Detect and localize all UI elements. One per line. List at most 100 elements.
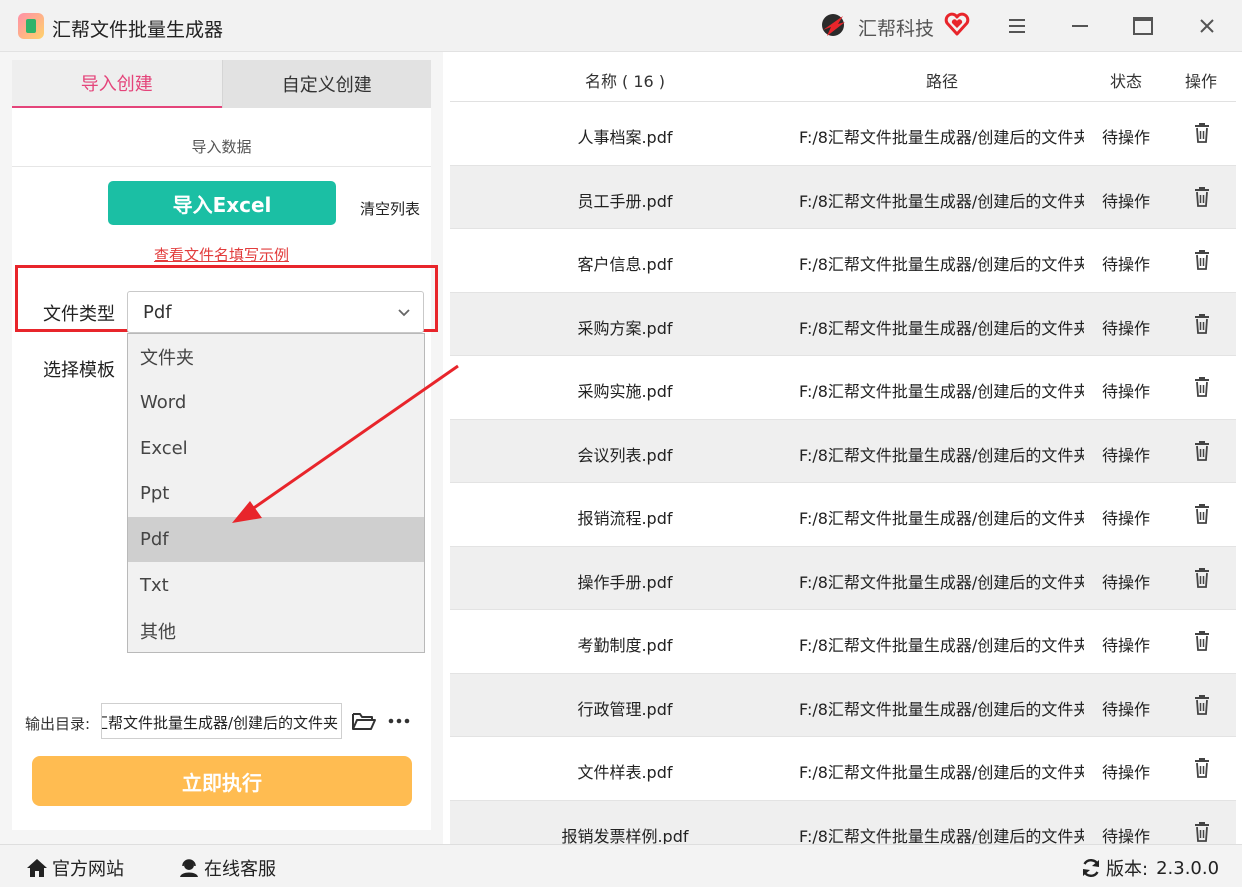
close-icon[interactable] [1192, 12, 1222, 40]
run-now-button[interactable]: 立即执行 [32, 756, 412, 806]
column-header-path: 路径 [925, 72, 958, 91]
official-site-link[interactable]: 官方网站 [26, 855, 124, 881]
online-service-link[interactable]: 在线客服 [178, 855, 276, 881]
row-status: 待操作 [1101, 509, 1150, 528]
delete-icon[interactable] [1192, 376, 1212, 398]
version-label: 版本: [1106, 859, 1149, 880]
brand-logo-icon [822, 14, 845, 36]
app-logo-icon [18, 13, 44, 39]
delete-icon[interactable] [1192, 821, 1212, 843]
delete-icon[interactable] [1192, 567, 1212, 589]
row-status: 待操作 [1101, 318, 1150, 338]
customer-service-icon [180, 859, 198, 877]
clear-list-button[interactable]: 清空列表 [360, 198, 420, 219]
table-row: 采购实施.pdf F:/8汇帮文件批量生成器/创建后的文件夹/采购实施.pdf 待操… [450, 356, 1236, 420]
delete-icon[interactable] [1192, 757, 1212, 779]
table-row: 考勤制度.pdf F:/8汇帮文件批量生成器/创建后的文件夹/考勤制度.pdf 待操… [450, 610, 1236, 674]
delete-icon[interactable] [1192, 122, 1212, 144]
dropdown-option-excel[interactable]: Excel [128, 425, 424, 471]
delete-icon[interactable] [1192, 694, 1212, 716]
row-file-name: 人事档案.pdf [577, 128, 673, 147]
row-file-name: 考勤制度.pdf [577, 636, 673, 655]
version-info: 版本: 2.3.0.0 [1080, 855, 1219, 881]
home-icon [27, 859, 47, 877]
minimize-icon[interactable] [1065, 12, 1095, 40]
row-status: 待操作 [1101, 763, 1150, 782]
dropdown-option-word[interactable]: Word [128, 380, 424, 426]
row-file-path: F:/8汇帮文件批量生成器/创建后的文件夹/操作手册.pdf [799, 572, 1084, 592]
dropdown-option-ppt[interactable]: Ppt [128, 471, 424, 517]
output-dir-label: 输出目录: [25, 715, 91, 733]
row-file-name: 采购实施.pdf [577, 382, 673, 401]
delete-icon[interactable] [1192, 313, 1212, 335]
folder-open-icon[interactable] [351, 709, 377, 733]
online-service-label: 在线客服 [204, 859, 276, 880]
table-body: 人事档案.pdf F:/8汇帮文件批量生成器/创建后的文件夹/人事档案.pdf 待操… [450, 102, 1236, 844]
row-file-name: 客户信息.pdf [577, 255, 673, 274]
row-status: 待操作 [1101, 382, 1150, 401]
tab-import-create[interactable]: 导入创建 [12, 60, 222, 108]
row-file-path: F:/8汇帮文件批量生成器/创建后的文件夹/考勤制度.pdf [799, 636, 1084, 655]
table-row: 人事档案.pdf F:/8汇帮文件批量生成器/创建后的文件夹/人事档案.pdf 待操… [450, 102, 1236, 166]
maximize-icon[interactable] [1128, 12, 1158, 40]
delete-icon[interactable] [1192, 503, 1212, 525]
row-status: 待操作 [1101, 255, 1150, 274]
dropdown-option-folder[interactable]: 文件夹 [128, 334, 424, 380]
row-status: 待操作 [1101, 699, 1150, 719]
brand-name: 汇帮科技 [858, 18, 935, 40]
app-title: 汇帮文件批量生成器 [52, 19, 224, 41]
table-row: 报销流程.pdf F:/8汇帮文件批量生成器/创建后的文件夹/报销流程.pdf 待操… [450, 483, 1236, 547]
row-file-name: 报销发票样例.pdf [561, 826, 689, 845]
creation-tabs: 导入创建 自定义创建 [12, 60, 431, 108]
row-file-path: F:/8汇帮文件批量生成器/创建后的文件夹/文件样表.pdf [799, 763, 1084, 782]
file-type-dropdown: 文件夹 Word Excel Ppt Pdf Txt 其他 [127, 333, 425, 653]
row-status: 待操作 [1101, 445, 1150, 465]
official-site-label: 官方网站 [52, 859, 124, 880]
delete-icon[interactable] [1192, 249, 1212, 271]
row-file-path: F:/8汇帮文件批量生成器/创建后的文件夹/采购实施.pdf [799, 382, 1084, 401]
table-row: 会议列表.pdf F:/8汇帮文件批量生成器/创建后的文件夹/会议列表.pdf 待操… [450, 419, 1236, 483]
delete-icon[interactable] [1192, 630, 1212, 652]
dropdown-option-txt[interactable]: Txt [128, 562, 424, 608]
table-row: 行政管理.pdf F:/8汇帮文件批量生成器/创建后的文件夹/行政管理.pdf 待操… [450, 673, 1236, 737]
row-file-path: F:/8汇帮文件批量生成器/创建后的文件夹/采购方案.pdf [799, 318, 1084, 338]
row-file-name: 采购方案.pdf [577, 318, 673, 338]
chevron-down-icon [398, 309, 410, 317]
filename-example-link[interactable]: 查看文件名填写示例 [12, 244, 431, 265]
row-file-name: 操作手册.pdf [577, 572, 673, 592]
row-file-name: 行政管理.pdf [577, 699, 673, 719]
file-table: 名称 ( 16 ) 路径 状态 操作 人事档案.pdf F:/8汇帮文件批量生成器… [450, 52, 1242, 844]
version-number: 2.3.0.0 [1156, 857, 1220, 879]
title-bar: 汇帮文件批量生成器 汇帮科技 [0, 0, 1242, 52]
delete-icon[interactable] [1192, 440, 1212, 462]
tab-custom-create[interactable]: 自定义创建 [221, 60, 431, 108]
template-label: 选择模板 [43, 360, 115, 381]
heart-icon[interactable] [944, 11, 970, 37]
dropdown-option-other[interactable]: 其他 [128, 608, 424, 654]
divider [12, 166, 431, 167]
import-excel-button[interactable]: 导入Excel [108, 181, 336, 225]
row-file-name: 会议列表.pdf [577, 445, 673, 465]
column-header-status: 状态 [1109, 72, 1142, 91]
row-file-name: 员工手册.pdf [577, 191, 673, 211]
row-file-path: F:/8汇帮文件批量生成器/创建后的文件夹/客户信息.pdf [799, 255, 1084, 274]
table-header: 名称 ( 16 ) 路径 状态 操作 [450, 52, 1236, 102]
row-status: 待操作 [1101, 826, 1150, 845]
row-status: 待操作 [1101, 636, 1150, 655]
dropdown-option-pdf[interactable]: Pdf [128, 516, 424, 563]
column-header-name: 名称 ( 16 ) [584, 72, 666, 91]
file-type-select[interactable]: Pdf [127, 291, 424, 333]
output-dir-input[interactable]: F:/8汇帮文件批量生成器/创建后的文件夹 [101, 703, 342, 739]
row-file-name: 文件样表.pdf [577, 763, 673, 782]
menu-icon[interactable] [1002, 12, 1032, 40]
file-type-label: 文件类型 [43, 304, 115, 325]
row-file-path: F:/8汇帮文件批量生成器/创建后的文件夹/报销流程.pdf [799, 509, 1084, 528]
table-row: 员工手册.pdf F:/8汇帮文件批量生成器/创建后的文件夹/员工手册.pdf 待操… [450, 165, 1236, 229]
delete-icon[interactable] [1192, 186, 1212, 208]
row-file-path: F:/8汇帮文件批量生成器/创建后的文件夹/员工手册.pdf [799, 191, 1084, 211]
row-file-path: F:/8汇帮文件批量生成器/创建后的文件夹/人事档案.pdf [799, 128, 1084, 147]
row-status: 待操作 [1101, 191, 1150, 211]
table-row: 文件样表.pdf F:/8汇帮文件批量生成器/创建后的文件夹/文件样表.pdf 待操… [450, 737, 1236, 801]
more-options-icon[interactable] [387, 711, 411, 731]
refresh-icon[interactable] [1080, 857, 1102, 879]
